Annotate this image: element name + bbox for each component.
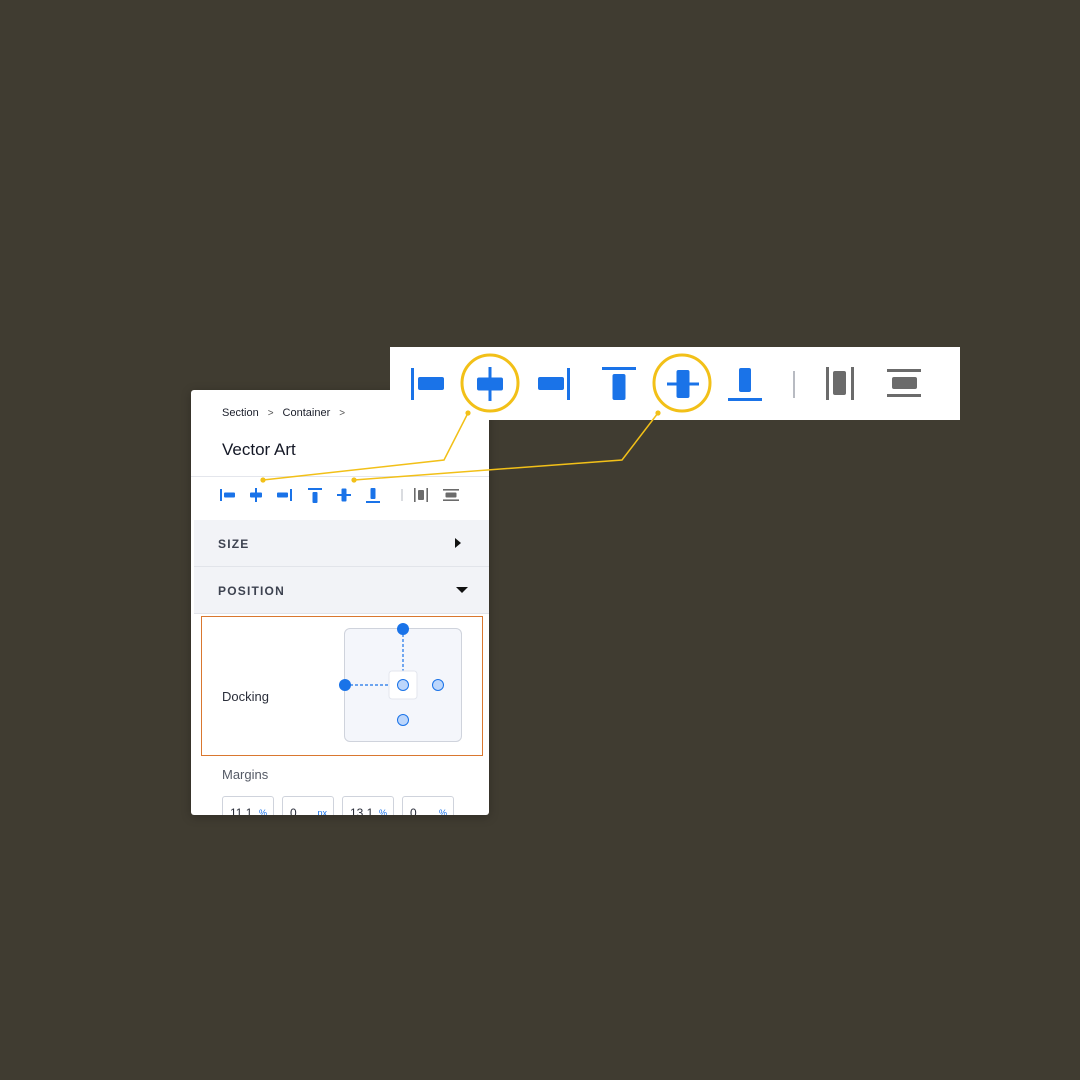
align-bottom-icon[interactable]: [363, 486, 383, 504]
align-horizontal-center-icon[interactable]: [468, 362, 512, 406]
docking-row: Docking: [201, 616, 483, 756]
position-section-header[interactable]: POSITION: [194, 567, 489, 614]
dock-center-handle[interactable]: [397, 679, 409, 691]
properties-panel: Section > Container > Vector Art SIZE PO…: [191, 390, 489, 815]
align-vertical-center-icon[interactable]: [334, 486, 354, 504]
margin-value: 13.1: [350, 806, 374, 815]
margin-unit[interactable]: px: [317, 808, 327, 815]
distribute-vertical-icon[interactable]: [883, 362, 927, 406]
margin-value: 0: [290, 806, 297, 815]
align-left-icon[interactable]: [217, 486, 237, 504]
breadcrumb: Section > Container >: [222, 407, 354, 419]
align-bottom-icon[interactable]: [723, 362, 767, 406]
margin-top-field[interactable]: 11.1 %: [222, 796, 274, 815]
margin-value: 0: [410, 806, 417, 815]
align-top-icon[interactable]: [597, 362, 641, 406]
zoomed-alignment-toolbar: [390, 347, 960, 420]
distribute-horizontal-icon[interactable]: [411, 486, 431, 504]
align-horizontal-center-icon[interactable]: [246, 486, 266, 504]
size-section-label: SIZE: [218, 537, 250, 551]
page-title: Vector Art: [222, 440, 296, 459]
docking-label: Docking: [222, 689, 269, 704]
margin-unit[interactable]: %: [439, 808, 447, 815]
dock-top-handle[interactable]: [397, 623, 409, 635]
margin-left-field[interactable]: 0 %: [402, 796, 454, 815]
margins-label: Margins: [222, 767, 269, 782]
align-left-icon[interactable]: [406, 362, 450, 406]
docking-widget[interactable]: [339, 623, 462, 742]
dock-bottom-handle[interactable]: [397, 714, 409, 726]
position-section-label: POSITION: [218, 584, 285, 598]
toolbar-divider: [772, 362, 816, 406]
align-right-icon[interactable]: [531, 362, 575, 406]
caret-down-icon: [455, 583, 469, 597]
align-right-icon[interactable]: [275, 486, 295, 504]
breadcrumb-separator: >: [267, 407, 274, 419]
breadcrumb-separator: >: [339, 407, 346, 419]
header-divider: [191, 476, 489, 477]
breadcrumb-item-container[interactable]: Container: [283, 407, 331, 419]
margin-unit[interactable]: %: [379, 808, 387, 815]
breadcrumb-item-section[interactable]: Section: [222, 407, 259, 419]
size-section-header[interactable]: SIZE: [194, 520, 489, 567]
distribute-vertical-icon[interactable]: [441, 486, 461, 504]
caret-right-icon: [451, 536, 465, 550]
margin-bottom-field[interactable]: 13.1 %: [342, 796, 394, 815]
dock-left-handle[interactable]: [339, 679, 351, 691]
dock-right-handle[interactable]: [432, 679, 444, 691]
margin-unit[interactable]: %: [259, 808, 267, 815]
distribute-horizontal-icon[interactable]: [818, 362, 862, 406]
align-vertical-center-icon[interactable]: [661, 362, 705, 406]
margin-value: 11.1: [230, 806, 253, 815]
toolbar-divider: [392, 486, 412, 504]
callout-overlay: [260, 353, 712, 483]
align-top-icon[interactable]: [305, 486, 325, 504]
margin-right-field[interactable]: 0 px: [282, 796, 334, 815]
